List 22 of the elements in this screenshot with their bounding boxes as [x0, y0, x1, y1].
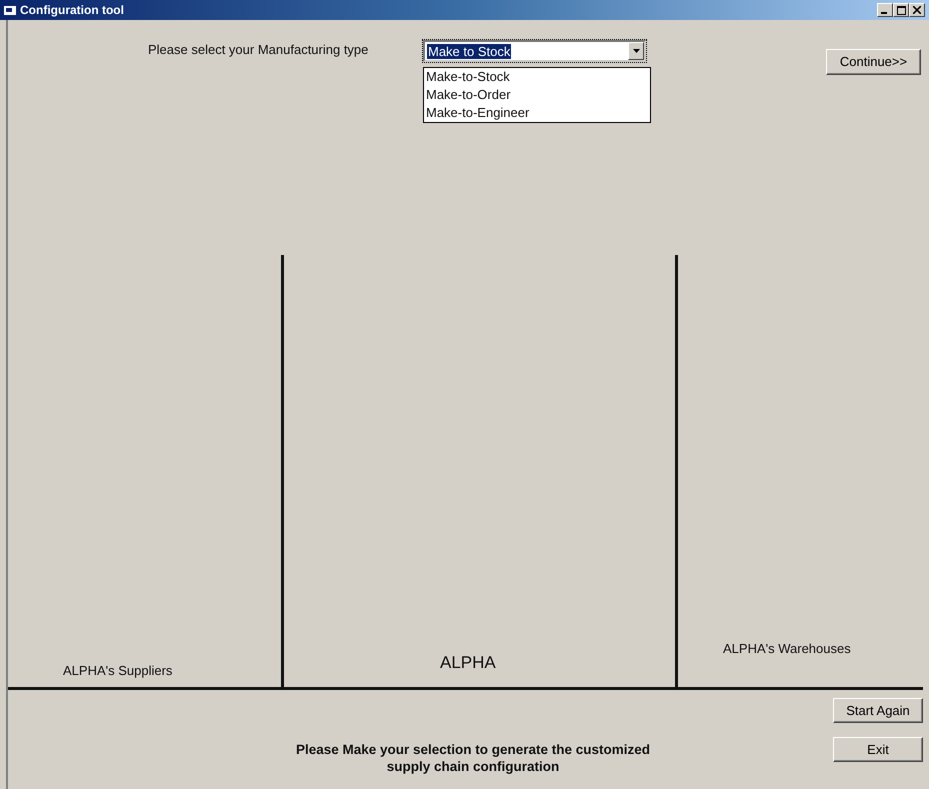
dropdown-arrow-button[interactable]: [628, 42, 644, 60]
maximize-icon: [896, 6, 906, 14]
action-button[interactable]: Exit: [833, 737, 923, 762]
status-message: Please Make your selection to generate the customized supply chain configuration: [294, 741, 652, 775]
action-button[interactable]: Start Again: [833, 698, 923, 723]
warehouses-label: ALPHA's Warehouses: [723, 640, 851, 658]
maximize-button[interactable]: [893, 3, 909, 17]
company-label: ALPHA: [440, 652, 496, 674]
app-icon: [4, 4, 16, 16]
continue-button[interactable]: Continue>>: [826, 49, 921, 75]
dropdown-field[interactable]: Make to Stock: [423, 40, 646, 62]
minimize-button[interactable]: [877, 3, 893, 17]
dropdown-option[interactable]: Make-to-Order: [426, 86, 648, 104]
suppliers-label: ALPHA's Suppliers: [63, 662, 172, 680]
dropdown-option[interactable]: Make-to-Engineer: [426, 104, 648, 122]
selected-value: Make to Stock: [427, 44, 512, 58]
close-icon: [913, 6, 921, 14]
field-label: Please select your Manufacturing type: [148, 41, 368, 59]
window-title: Configuration tool: [20, 2, 124, 19]
caret-icon: [632, 49, 640, 53]
dropdown-option[interactable]: Make-to-Stock: [426, 68, 648, 86]
close-button[interactable]: [909, 3, 925, 17]
